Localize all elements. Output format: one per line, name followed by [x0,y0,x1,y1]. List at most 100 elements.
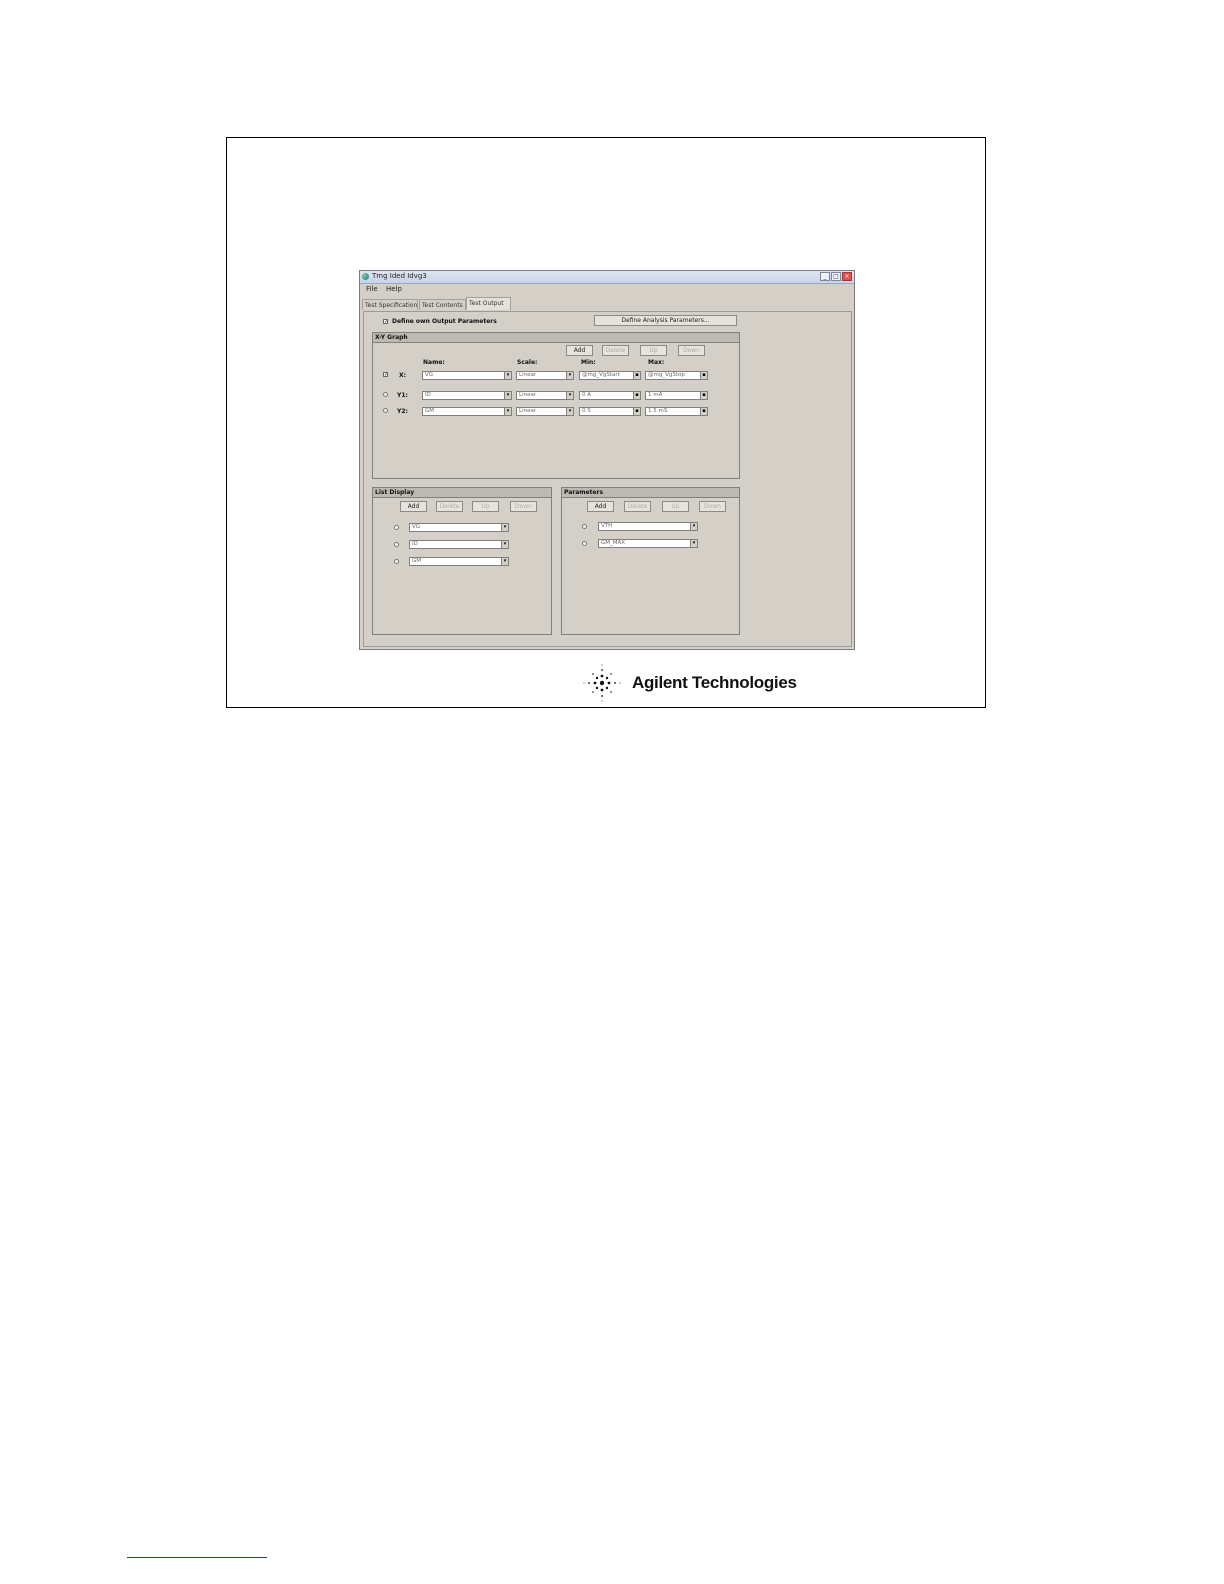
list-item-select[interactable]: ID ▾ [409,540,509,549]
y1-scale-select[interactable]: Linear ▾ [516,391,574,400]
chevron-down-icon: ▾ [504,408,511,415]
list-down-button[interactable]: Down [510,501,537,512]
param-add-button[interactable]: Add [587,501,614,512]
param-up-button[interactable]: Up [662,501,689,512]
chevron-down-icon: ▾ [501,541,508,548]
spin-icon: ▪ [633,392,640,399]
agilent-logo: Agilent Technologies [582,663,797,703]
parameters-title: Parameters [562,488,739,498]
x-axis-checkbox[interactable]: ✓ [383,372,388,378]
param-item-radio[interactable] [582,524,587,529]
x-scale-select[interactable]: Linear ▾ [516,371,574,380]
y2-radio[interactable] [383,408,388,413]
xy-graph-title: X-Y Graph [373,333,739,343]
list-item-radio[interactable] [394,559,399,564]
chevron-down-icon: ▾ [501,524,508,531]
chevron-down-icon: ▾ [566,408,573,415]
app-icon [362,273,369,280]
x-scale-value: Linear [519,372,537,378]
menu-file[interactable]: File [366,285,378,293]
app-window: Tmg Ided Idvg3 _ □ × File Help Test Spec… [359,270,855,650]
xy-graph-group: X-Y Graph Add Delete Up Down Name: Scale… [372,332,740,479]
x-name-select[interactable]: VG ▾ [422,371,512,380]
y2-name-value: GM [425,408,435,414]
y2-axis-label: Y2: [397,408,408,415]
tab-test-output[interactable]: Test Output [466,297,511,310]
define-own-label: Define own Output Parameters [392,318,497,325]
list-item-value: VG [412,524,421,530]
menu-help[interactable]: Help [386,285,402,293]
close-button[interactable]: × [842,272,852,281]
y2-scale-value: Linear [519,408,537,414]
list-delete-button[interactable]: Delete [436,501,463,512]
param-item-value: GM_MAX [601,540,626,546]
list-item-value: GM [412,558,422,564]
y1-radio[interactable] [383,392,388,397]
minimize-button[interactable]: _ [820,272,830,281]
header-scale: Scale: [517,359,538,366]
y2-max-field[interactable]: 1.5 mS ▪ [645,407,708,416]
agilent-brand-text: Agilent Technologies [632,673,797,692]
spin-icon: ▪ [700,392,707,399]
list-display-group: List Display Add Delete Up Down VG ▾ ID ▾ … [372,487,552,635]
list-item-select[interactable]: VG ▾ [409,523,509,532]
xy-up-button[interactable]: Up [640,345,667,356]
title-bar[interactable]: Tmg Ided Idvg3 _ □ × [360,271,854,284]
define-own-checkbox[interactable]: ✓ [383,319,388,325]
xy-down-button[interactable]: Down [678,345,705,356]
chevron-down-icon: ▾ [690,540,697,547]
list-up-button[interactable]: Up [472,501,499,512]
y2-scale-select[interactable]: Linear ▾ [516,407,574,416]
param-delete-button[interactable]: Delete [624,501,651,512]
x-axis-label: X: [399,372,407,379]
y2-max-value: 1.5 mS [648,408,668,414]
tab-test-specification[interactable]: Test Specification [362,299,418,310]
y2-name-select[interactable]: GM ▾ [422,407,512,416]
agilent-spark-icon [583,664,621,702]
maximize-button[interactable]: □ [831,272,841,281]
list-add-button[interactable]: Add [400,501,427,512]
y1-axis-label: Y1: [397,392,408,399]
param-item-value: VTH [601,523,613,529]
y1-min-field[interactable]: 0 A ▪ [579,391,641,400]
x-max-value: @mg_VgStop [648,372,685,378]
y1-scale-value: Linear [519,392,537,398]
x-min-field[interactable]: @mg_VgStart ▪ [579,371,641,380]
y1-min-value: 0 A [582,392,592,398]
y1-max-value: 1 mA [648,392,663,398]
header-min: Min: [581,359,596,366]
spin-icon: ▪ [700,372,707,379]
y2-min-value: 0 S [582,408,591,414]
header-name: Name: [423,359,445,366]
tab-test-contents[interactable]: Test Contents [419,299,466,310]
param-down-button[interactable]: Down [699,501,726,512]
list-item-value: ID [412,541,418,547]
parameters-group: Parameters Add Delete Up Down VTH ▾ GM_MA… [561,487,740,635]
list-display-title: List Display [373,488,551,498]
list-item-radio[interactable] [394,525,399,530]
x-min-value: @mg_VgStart [582,372,620,378]
param-item-select[interactable]: GM_MAX ▾ [598,539,698,548]
y1-name-select[interactable]: ID ▾ [422,391,512,400]
list-item-select[interactable]: GM ▾ [409,557,509,566]
spin-icon: ▪ [633,372,640,379]
chevron-down-icon: ▾ [504,392,511,399]
chevron-down-icon: ▾ [566,392,573,399]
xy-delete-button[interactable]: Delete [602,345,629,356]
tab-content: ✓ Define own Output Parameters Define An… [363,311,852,647]
window-title: Tmg Ided Idvg3 [372,272,427,280]
xy-add-button[interactable]: Add [566,345,593,356]
y2-min-field[interactable]: 0 S ▪ [579,407,641,416]
x-max-field[interactable]: @mg_VgStop ▪ [645,371,708,380]
list-item-radio[interactable] [394,542,399,547]
define-analysis-button[interactable]: Define Analysis Parameters... [594,315,737,326]
spin-icon: ▪ [633,408,640,415]
spin-icon: ▪ [700,408,707,415]
param-item-select[interactable]: VTH ▾ [598,522,698,531]
header-max: Max: [648,359,665,366]
y1-max-field[interactable]: 1 mA ▪ [645,391,708,400]
chevron-down-icon: ▾ [504,372,511,379]
param-item-radio[interactable] [582,541,587,546]
chevron-down-icon: ▾ [566,372,573,379]
x-name-value: VG [425,372,434,378]
